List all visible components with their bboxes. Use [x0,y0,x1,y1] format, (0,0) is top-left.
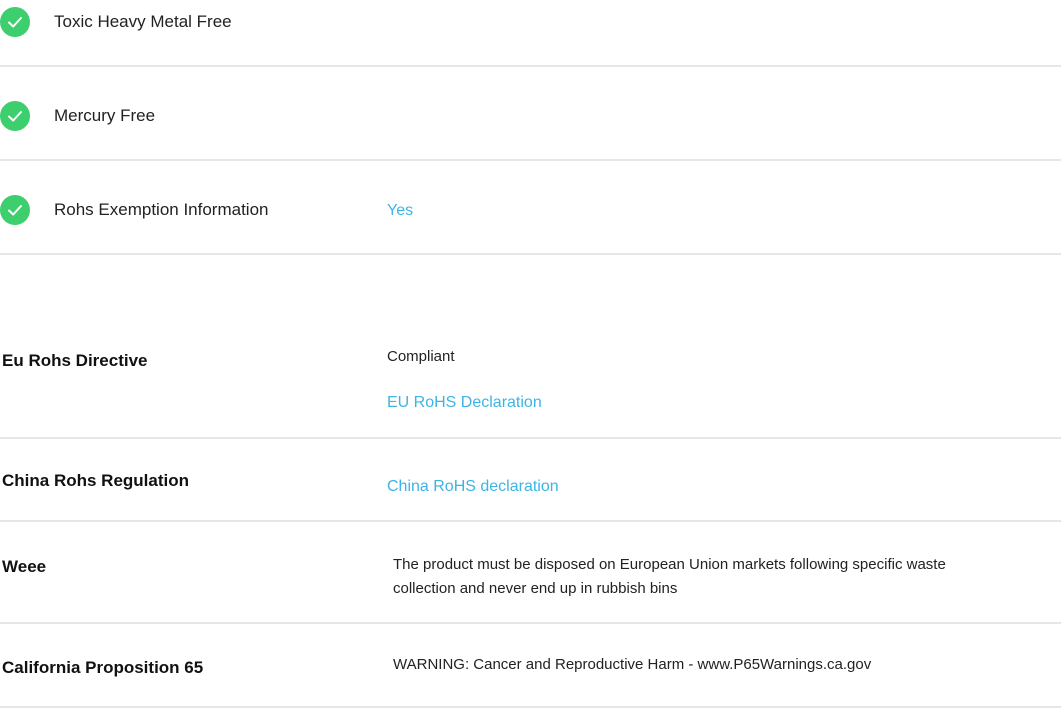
divider [0,253,1061,255]
checkmark-circle-icon [0,7,30,37]
divider [0,706,1061,708]
divider [0,437,1061,439]
eu-rohs-declaration-link[interactable]: EU RoHS Declaration [387,394,542,412]
divider [0,159,1061,161]
eu-rohs-label: Eu Rohs Directive [2,351,148,370]
checkmark-circle-icon [0,195,30,225]
weee-text-line2: collection and never end up in rubbish b… [393,580,678,597]
check-label: Mercury Free [54,106,156,125]
eu-rohs-status: Compliant [387,348,455,365]
rohs-exemption-value-link[interactable]: Yes [387,202,413,220]
divider [0,622,1061,624]
check-label: Toxic Heavy Metal Free [54,12,232,31]
china-rohs-declaration-link[interactable]: China RoHS declaration [387,478,559,496]
divider [0,520,1061,522]
divider [0,65,1061,67]
checkmark-circle-icon [0,101,30,131]
check-label: Rohs Exemption Information [54,200,269,219]
weee-label: Weee [2,557,47,576]
prop65-label: California Proposition 65 [2,658,204,677]
weee-text-line1: The product must be disposed on European… [393,556,946,573]
china-rohs-label: China Rohs Regulation [2,471,189,490]
prop65-warning-text: WARNING: Cancer and Reproductive Harm - … [393,656,872,673]
